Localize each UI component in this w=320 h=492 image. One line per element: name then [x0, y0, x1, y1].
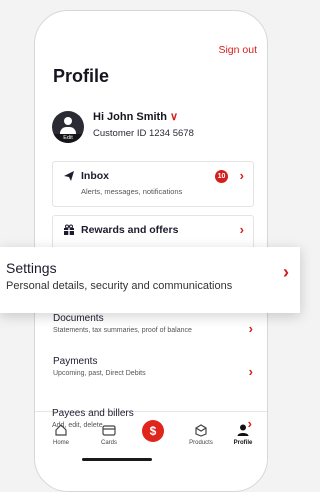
payees-subtitle: Add, edit, delete: [52, 422, 103, 429]
inbox-card[interactable]: Inbox Alerts, messages, notifications 10…: [52, 161, 254, 207]
list-item-payees[interactable]: Payees and billers Add, edit, delete ›: [52, 408, 252, 431]
avatar-head: [64, 117, 72, 125]
page-title: Profile: [53, 66, 110, 86]
inbox-count-badge: 10: [215, 170, 228, 183]
chevron-right-icon: ›: [248, 364, 253, 379]
settings-highlight-card[interactable]: Settings Personal details, security and …: [0, 247, 300, 313]
customer-id: Customer ID 1234 5678: [93, 128, 194, 139]
rewards-label: Rewards and offers: [81, 224, 179, 236]
tab-profile-label: Profile: [233, 440, 253, 446]
chevron-right-icon: ›: [239, 168, 244, 183]
settings-label: Settings: [6, 260, 57, 276]
payments-label: Payments: [53, 356, 98, 367]
tab-products-label: Products: [189, 440, 213, 446]
home-indicator: [82, 458, 152, 461]
avatar[interactable]: Edit: [52, 111, 84, 143]
documents-label: Documents: [53, 313, 104, 324]
chevron-right-icon: ›: [239, 222, 244, 237]
gift-icon: [63, 224, 75, 239]
tab-cards-label: Cards: [100, 440, 117, 446]
chevron-right-icon: ›: [247, 416, 252, 431]
avatar-edit-label[interactable]: Edit: [52, 134, 84, 143]
rewards-card[interactable]: Rewards and offers ›: [52, 215, 254, 251]
sign-out-link[interactable]: Sign out: [218, 44, 257, 56]
list-item-payments[interactable]: Payments Upcoming, past, Direct Debits ›: [53, 356, 253, 379]
tab-home-label: Home: [52, 440, 69, 446]
paper-plane-icon: [63, 170, 75, 185]
inbox-label: Inbox: [81, 170, 109, 182]
documents-subtitle: Statements, tax summaries, proof of bala…: [53, 327, 192, 334]
user-greeting[interactable]: Hi John Smith ∨: [93, 110, 178, 123]
payments-subtitle: Upcoming, past, Direct Debits: [53, 370, 146, 377]
settings-subtitle: Personal details, security and communica…: [6, 280, 233, 292]
chevron-down-icon[interactable]: ∨: [170, 111, 178, 123]
chevron-right-icon: ›: [283, 262, 289, 282]
list-item-documents[interactable]: Documents Statements, tax summaries, pro…: [53, 313, 253, 336]
payees-label: Payees and billers: [52, 408, 134, 419]
inbox-subtitle: Alerts, messages, notifications: [81, 187, 183, 196]
chevron-right-icon: ›: [248, 321, 253, 336]
greeting-text: Hi John Smith: [93, 111, 167, 123]
